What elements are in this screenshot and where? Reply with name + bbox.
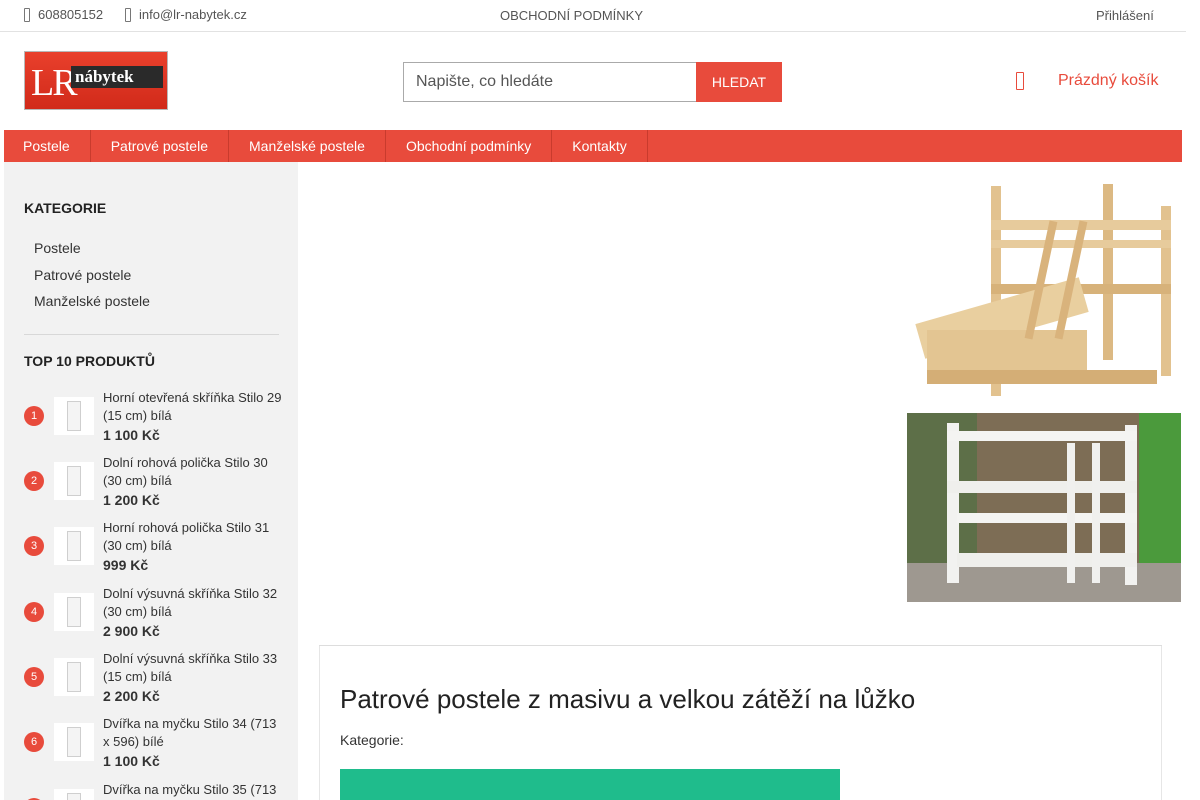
logo-nabytek-text: nábytek	[75, 67, 134, 86]
product-name[interactable]: Dolní výsuvná skříňka Stilo 32 (30 cm) b…	[103, 585, 283, 621]
category-list: Postele Patrové postele Manželské postel…	[34, 240, 150, 320]
cart-label[interactable]: Prázdný košík	[1058, 72, 1158, 90]
product-name[interactable]: Dvířka na myčku Stilo 35 (713	[103, 781, 283, 799]
nav-item-obchodni-podminky[interactable]: Obchodní podmínky	[386, 130, 553, 162]
phone-number[interactable]: 608805152	[38, 7, 103, 22]
product-name[interactable]: Dolní rohová polička Stilo 30 (30 cm) bí…	[103, 454, 283, 490]
phone-icon	[24, 7, 30, 22]
rank-badge: 5	[24, 667, 44, 687]
bunk-bed-white-illustration	[907, 413, 1181, 602]
product-price: 1 100 Kč	[103, 427, 160, 443]
product-price: 2 900 Kč	[103, 623, 160, 639]
email-icon	[125, 7, 131, 22]
nav-item-manzelske-postele[interactable]: Manželské postele	[229, 130, 386, 162]
login-link[interactable]: Přihlášení	[1096, 8, 1154, 23]
cart[interactable]: Prázdný košík	[1014, 72, 1158, 90]
product-thumbnail[interactable]	[54, 723, 94, 761]
category-item-patrove-postele[interactable]: Patrové postele	[34, 267, 150, 294]
top-product-item[interactable]: 1 Horní otevřená skříňka Stilo 29 (15 cm…	[24, 387, 284, 447]
cart-icon[interactable]	[1016, 72, 1024, 90]
category-item-manzelske-postele[interactable]: Manželské postele	[34, 293, 150, 320]
product-name[interactable]: Dvířka na myčku Stilo 34 (713 x 596) bíl…	[103, 715, 283, 751]
main-nav: Postele Patrové postele Manželské postel…	[4, 130, 1182, 162]
bunk-bed-image-white[interactable]	[907, 413, 1181, 602]
sidebar-divider	[24, 334, 279, 335]
terms-link[interactable]: OBCHODNÍ PODMÍNKY	[500, 8, 643, 23]
top-product-item[interactable]: 6 Dvířka na myčku Stilo 34 (713 x 596) b…	[24, 713, 284, 773]
top-product-item[interactable]: 5 Dolní výsuvná skříňka Stilo 33 (15 cm)…	[24, 648, 284, 708]
product-price: 999 Kč	[103, 557, 149, 573]
product-thumbnail[interactable]	[54, 658, 94, 696]
product-price: 1 100 Kč	[103, 753, 160, 769]
search-button[interactable]: HLEDAT	[696, 62, 782, 102]
sidebar: KATEGORIE Postele Patrové postele Manžel…	[4, 162, 298, 800]
email-contact[interactable]: info@lr-nabytek.cz	[125, 7, 247, 22]
page-title: Patrové postele z masivu a velkou zátěží…	[340, 684, 916, 714]
top-product-item[interactable]: 7 Dvířka na myčku Stilo 35 (713	[24, 779, 284, 800]
categories-title: KATEGORIE	[24, 200, 107, 216]
product-thumbnail[interactable]	[54, 462, 94, 500]
site-logo[interactable]: LR nábytek	[24, 51, 168, 110]
content-divider	[319, 645, 1162, 646]
product-name[interactable]: Horní otevřená skříňka Stilo 29 (15 cm) …	[103, 389, 283, 425]
logo-nabytek-strip: nábytek	[71, 66, 163, 88]
rank-badge: 6	[24, 732, 44, 752]
product-thumbnail[interactable]	[54, 789, 94, 800]
category-item-postele[interactable]: Postele	[34, 240, 150, 267]
rank-badge: 1	[24, 406, 44, 426]
top-product-item[interactable]: 2 Dolní rohová polička Stilo 30 (30 cm) …	[24, 452, 284, 512]
top-product-item[interactable]: 3 Horní rohová polička Stilo 31 (30 cm) …	[24, 517, 284, 577]
search-input[interactable]	[403, 62, 697, 102]
phone-contact[interactable]: 608805152	[24, 7, 103, 22]
nav-item-kontakty[interactable]: Kontakty	[552, 130, 648, 162]
rank-badge: 3	[24, 536, 44, 556]
email-address[interactable]: info@lr-nabytek.cz	[139, 7, 247, 22]
category-label: Kategorie:	[340, 732, 404, 748]
top-product-item[interactable]: 4 Dolní výsuvná skříňka Stilo 32 (30 cm)…	[24, 583, 284, 643]
bunk-bed-natural-illustration	[907, 180, 1181, 408]
logo-lr-text: LR	[31, 62, 78, 104]
product-price: 2 200 Kč	[103, 688, 160, 704]
top-products-title: TOP 10 PRODUKTŮ	[24, 353, 155, 369]
content-box-right-border	[1161, 646, 1162, 800]
rank-badge: 2	[24, 471, 44, 491]
product-name[interactable]: Horní rohová polička Stilo 31 (30 cm) bí…	[103, 519, 283, 555]
rank-badge: 4	[24, 602, 44, 622]
nav-item-postele[interactable]: Postele	[4, 130, 91, 162]
product-price: 1 200 Kč	[103, 492, 160, 508]
product-name[interactable]: Dolní výsuvná skříňka Stilo 33 (15 cm) b…	[103, 650, 283, 686]
product-thumbnail[interactable]	[54, 593, 94, 631]
product-thumbnail[interactable]	[54, 527, 94, 565]
nav-item-patrove-postele[interactable]: Patrové postele	[91, 130, 229, 162]
bunk-bed-image-natural[interactable]	[907, 180, 1181, 408]
product-thumbnail[interactable]	[54, 397, 94, 435]
content-box-left-border	[319, 646, 320, 800]
green-banner[interactable]	[340, 769, 840, 800]
top-bar: 608805152 info@lr-nabytek.cz OBCHODNÍ PO…	[0, 0, 1186, 32]
